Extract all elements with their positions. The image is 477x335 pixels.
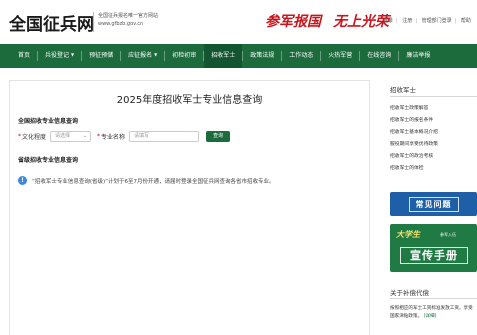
nav-item-6[interactable]: 政策法规 <box>243 44 281 68</box>
major-input[interactable]: 请填写 <box>129 131 200 142</box>
sidebar-divider <box>390 298 477 299</box>
main-nav: 首页 兵役登记 ▼ 预征预储 应征报名 ▼ 初检初审 招收军士 政策法规 工作动态 火热军营 在线咨询… <box>0 44 477 68</box>
site-tagline: 全国征兵报名唯一官方网站 www.gfbzb.gov.cn <box>98 12 158 28</box>
admin-login-link[interactable]: 管理部门登录 <box>422 18 452 24</box>
faq-banner-label: 常见问题 <box>408 197 459 212</box>
sidebar-links: 招收军士政策解答 招收军士的报名条件 招收军士基本概况介绍 服役期间享受优待政策 招收军… <box>390 103 438 175</box>
query-form: * 文化程度 请选择 ⌄ * 专业名称 请填写 查询 <box>18 131 231 142</box>
slogan-part1: 参军报国 <box>265 14 321 30</box>
nav-item-label: 廉洁举报 <box>406 52 431 59</box>
nav-item-label: 招收军士 <box>211 52 236 59</box>
notice-message: ! “招收军士专业信息查询(省级)”计划于6至7月份开通，请届时登录全国征兵网查… <box>18 174 363 187</box>
nav-item-label: 在线咨询 <box>367 52 392 59</box>
sidebar-link[interactable]: 服役期间享受优待政策 <box>390 139 438 151</box>
tagline-url: www.gfbzb.gov.cn <box>98 21 144 27</box>
more-link[interactable]: [详细] <box>424 314 437 319</box>
handbook-top-text: 大学生 <box>396 230 420 239</box>
site-logo[interactable]: 全国征兵网 <box>9 10 94 35</box>
nav-item-2[interactable]: 预征预储 <box>82 44 120 68</box>
sidebar-link[interactable]: 招收军士基本概况介绍 <box>390 127 438 139</box>
logo-divider <box>93 12 94 32</box>
tagline-line1: 全国征兵报名唯一官方网站 <box>98 13 159 19</box>
caret-down-icon: ▼ <box>154 52 158 57</box>
nav-item-label: 预征预储 <box>89 52 114 59</box>
education-select-value: 请选择 <box>55 133 71 139</box>
education-label: 文化程度 <box>22 134 47 141</box>
info-icon: ! <box>18 176 27 185</box>
query-panel: 2025年度招收军士专业信息查询 全国招收专业信息查询 * 文化程度 请选择 ⌄… <box>9 80 370 335</box>
sidebar: 招收军士 招收军士政策解答 招收军士的报名条件 招收军士基本概况介绍 服役期间享受优待… <box>384 80 477 335</box>
sidebar-title: 招收军士 <box>390 86 416 94</box>
page-title: 2025年度招收军士专业信息查询 <box>116 95 263 106</box>
nav-item-label: 政策法规 <box>250 52 275 59</box>
handbook-main-text: 宣传手册 <box>400 247 468 264</box>
compensation-article: 按照相应的军士工资标准发放工资，享受国家津贴政策。 [详细] <box>390 305 477 321</box>
nav-item-label: 应征报名 <box>128 52 153 59</box>
slogan-banner: 参军报国 无上光荣 <box>265 11 389 31</box>
faq-banner[interactable]: 常见问题 <box>390 192 477 216</box>
top-links: 登录 | 注册 | 管理部门登录 | 帮助 <box>383 18 471 24</box>
provincial-query-heading: 省级招收专业信息查询 <box>18 157 79 164</box>
major-label: 专业名称 <box>101 134 126 141</box>
nav-item-label: 兵役登记 <box>45 52 70 59</box>
nav-item-1[interactable]: 兵役登记 ▼ <box>38 44 81 68</box>
nav-item-7[interactable]: 工作动态 <box>282 44 320 68</box>
sidebar-link[interactable]: 招收军士的体检 <box>390 163 438 175</box>
national-query-heading: 全国招收专业信息查询 <box>18 118 79 125</box>
sidebar-divider <box>390 96 477 97</box>
notice-text: “招收军士专业信息查询(省级)”计划于6至7月份开通，请届时登录全国征兵网查询各… <box>32 178 275 185</box>
nav-item-label: 初检初审 <box>172 52 197 59</box>
nav-item-9[interactable]: 在线咨询 <box>360 44 398 68</box>
required-mark: * <box>97 133 101 140</box>
nav-item-10[interactable]: 廉洁举报 <box>399 44 437 68</box>
nav-item-3[interactable]: 应征报名 ▼ <box>121 44 164 68</box>
nav-item-label: 火热军营 <box>328 52 353 59</box>
nav-item-0[interactable]: 首页 <box>11 44 37 68</box>
education-select[interactable]: 请选择 ⌄ <box>50 131 92 142</box>
student-handbook-banner[interactable]: 大学生 参军入伍 宣传手册 <box>390 224 477 272</box>
sidebar-link[interactable]: 招收军士的报名条件 <box>390 115 438 127</box>
nav-item-4[interactable]: 初检初审 <box>165 44 203 68</box>
nav-item-label: 首页 <box>18 52 31 59</box>
help-link[interactable]: 帮助 <box>461 18 471 24</box>
nav-item-label: 工作动态 <box>289 52 314 59</box>
register-link[interactable]: 注册 <box>402 18 412 24</box>
nav-item-5[interactable]: 招收军士 <box>204 44 243 68</box>
nav-item-8[interactable]: 火热军营 <box>321 44 359 68</box>
query-button[interactable]: 查询 <box>206 131 231 142</box>
login-link[interactable]: 登录 <box>383 18 393 24</box>
sidebar-link[interactable]: 招收军士的政治考核 <box>390 151 438 163</box>
compensation-heading: 关于补偿代偿 <box>390 289 429 297</box>
handbook-sub-text: 参军入伍 <box>440 232 456 237</box>
caret-down-icon: ▼ <box>71 52 75 57</box>
sidebar-link[interactable]: 招收军士政策解答 <box>390 103 438 115</box>
chevron-down-icon: ⌄ <box>82 133 88 139</box>
major-input-placeholder: 请填写 <box>134 133 150 139</box>
site-header: 全国征兵网 全国征兵报名唯一官方网站 www.gfbzb.gov.cn 参军报国… <box>0 0 477 44</box>
slogan-part2: 无上光荣 <box>333 14 389 30</box>
required-mark: * <box>18 133 21 140</box>
